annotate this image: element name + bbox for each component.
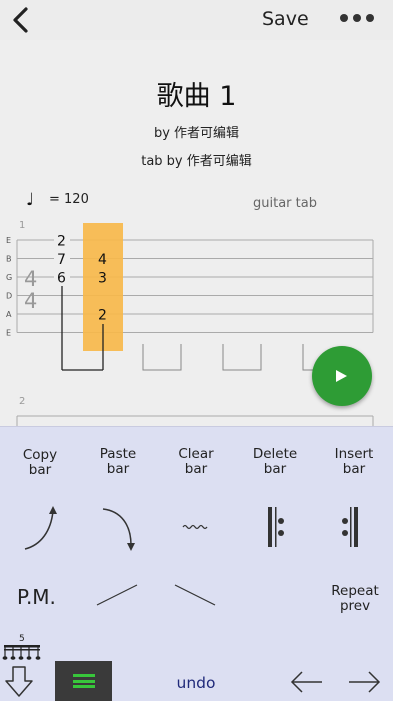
repeat-end-icon — [342, 507, 358, 547]
song-tab-author[interactable]: tab by 作者可编辑 — [0, 150, 393, 169]
insert-bar-button[interactable]: Insert bar — [315, 447, 393, 477]
repeat-start-icon — [268, 507, 284, 547]
copy-bar-button[interactable]: Copy bar — [1, 448, 79, 478]
edit-panel: Copy bar Paste bar Clear bar Delete bar … — [0, 426, 393, 701]
tempo-value[interactable]: = 120 — [49, 192, 89, 207]
string-label: A — [6, 310, 12, 319]
palm-mute-button[interactable]: P.M. — [17, 585, 56, 609]
string-label: D — [6, 292, 12, 301]
song-author[interactable]: by 作者可编辑 — [0, 122, 393, 141]
more-options-icon[interactable] — [340, 8, 380, 28]
release-bend-button[interactable] — [79, 497, 157, 557]
clear-bar-label-2: bar — [184, 461, 208, 477]
string-label: B — [6, 255, 12, 264]
fret-number[interactable]: 2 — [98, 308, 107, 324]
arrow-left-icon[interactable] — [288, 667, 326, 697]
insert-bar-label-2: bar — [342, 461, 366, 477]
empty-beat-slots[interactable] — [142, 344, 335, 371]
delete-bar-label-1: Delete — [252, 446, 298, 462]
slide-up-button[interactable] — [79, 567, 157, 627]
chevron-left-icon — [13, 7, 28, 33]
paste-bar-label-2: bar — [106, 461, 130, 477]
arrow-right-icon[interactable] — [345, 667, 383, 697]
insert-bar-label-1: Insert — [334, 446, 374, 462]
copy-bar-label-1: Copy — [22, 447, 58, 463]
slide-down-icon — [174, 584, 216, 606]
bend-release-icon — [102, 508, 135, 551]
save-button[interactable]: Save — [262, 8, 309, 30]
tuplet-icon[interactable]: 5 — [2, 632, 44, 662]
repeat-prev-button[interactable]: Repeat prev — [316, 584, 393, 614]
clear-bar-button[interactable]: Clear bar — [157, 447, 235, 477]
repeat-prev-label-1: Repeat — [331, 583, 379, 599]
back-button[interactable] — [6, 4, 38, 36]
time-signature-bottom: 4 — [24, 289, 37, 313]
time-signature-top: 4 — [24, 267, 37, 291]
string-label: E — [6, 329, 11, 338]
fret-number[interactable]: 6 — [57, 271, 66, 287]
bar-number: 2 — [19, 396, 25, 407]
vibrato-icon — [182, 524, 208, 530]
tuplet-number: 5 — [19, 634, 25, 644]
play-icon — [336, 370, 347, 382]
staff-lines — [16, 239, 374, 333]
bend-button[interactable] — [1, 497, 79, 557]
top-bar: Save — [0, 0, 393, 40]
fret-number[interactable]: 3 — [98, 271, 107, 287]
tab-sheet[interactable]: 歌曲 1 by 作者可编辑 tab by 作者可编辑 ♩ = 120 guita… — [0, 40, 393, 430]
paste-bar-label-1: Paste — [99, 446, 137, 462]
string-label: E — [6, 236, 11, 245]
bend-up-icon — [24, 506, 57, 550]
string-label: G — [6, 273, 12, 282]
paste-bar-button[interactable]: Paste bar — [79, 447, 157, 477]
repeat-prev-label-2: prev — [339, 598, 371, 614]
menu-button[interactable] — [55, 661, 112, 701]
undo-button[interactable]: undo — [160, 674, 232, 692]
fret-number[interactable]: 7 — [57, 252, 66, 268]
clear-bar-label-1: Clear — [178, 446, 214, 462]
repeat-end-button[interactable] — [315, 497, 393, 557]
slide-up-icon — [96, 584, 138, 606]
slide-down-button[interactable] — [157, 567, 235, 627]
fret-number[interactable]: 2 — [57, 234, 66, 250]
quarter-note-icon: ♩ — [26, 190, 35, 210]
delete-bar-button[interactable]: Delete bar — [236, 447, 314, 477]
play-button[interactable] — [312, 346, 372, 406]
vibrato-button[interactable] — [157, 497, 235, 557]
collapse-down-icon[interactable] — [4, 665, 34, 699]
track-name: guitar tab — [253, 196, 317, 211]
delete-bar-label-2: bar — [263, 461, 287, 477]
bar-number: 1 — [19, 220, 25, 231]
song-title[interactable]: 歌曲 1 — [0, 74, 393, 113]
fret-number[interactable]: 4 — [98, 252, 107, 268]
copy-bar-label-2: bar — [28, 462, 52, 478]
repeat-start-button[interactable] — [236, 497, 314, 557]
